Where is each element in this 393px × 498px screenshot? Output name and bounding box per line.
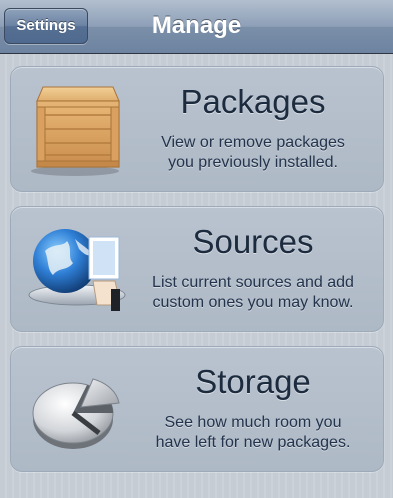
sources-description-line: custom ones you may know. — [152, 294, 354, 311]
pie-chart-disk-icon — [23, 359, 127, 459]
packages-description-line: View or remove packages — [161, 134, 345, 151]
packages-description-line: you previously installed. — [168, 154, 338, 171]
packages-title: Packages — [180, 83, 326, 120]
storage-description-line: have left for new packages. — [155, 434, 351, 451]
wooden-crate-icon — [23, 79, 127, 179]
sources-description: List current sources and add custom ones… — [129, 273, 377, 313]
storage-title: Storage — [195, 363, 311, 400]
storage-card[interactable]: Storage See how much room you have left … — [10, 346, 384, 472]
sources-description-line: List current sources and add — [152, 274, 354, 291]
storage-description: See how much room you have left for new … — [129, 413, 377, 453]
storage-description-line: See how much room you — [164, 414, 342, 431]
navigation-bar: Settings Manage — [0, 0, 393, 54]
globe-document-tray-icon — [23, 219, 127, 319]
packages-description: View or remove packages you previously i… — [129, 133, 377, 173]
sources-card[interactable]: Sources List current sources and add cus… — [10, 206, 384, 332]
page-title: Manage — [151, 12, 242, 39]
settings-back-button[interactable]: Settings — [4, 8, 88, 44]
sources-title: Sources — [192, 223, 314, 260]
packages-card[interactable]: Packages View or remove packages you pre… — [10, 66, 384, 192]
